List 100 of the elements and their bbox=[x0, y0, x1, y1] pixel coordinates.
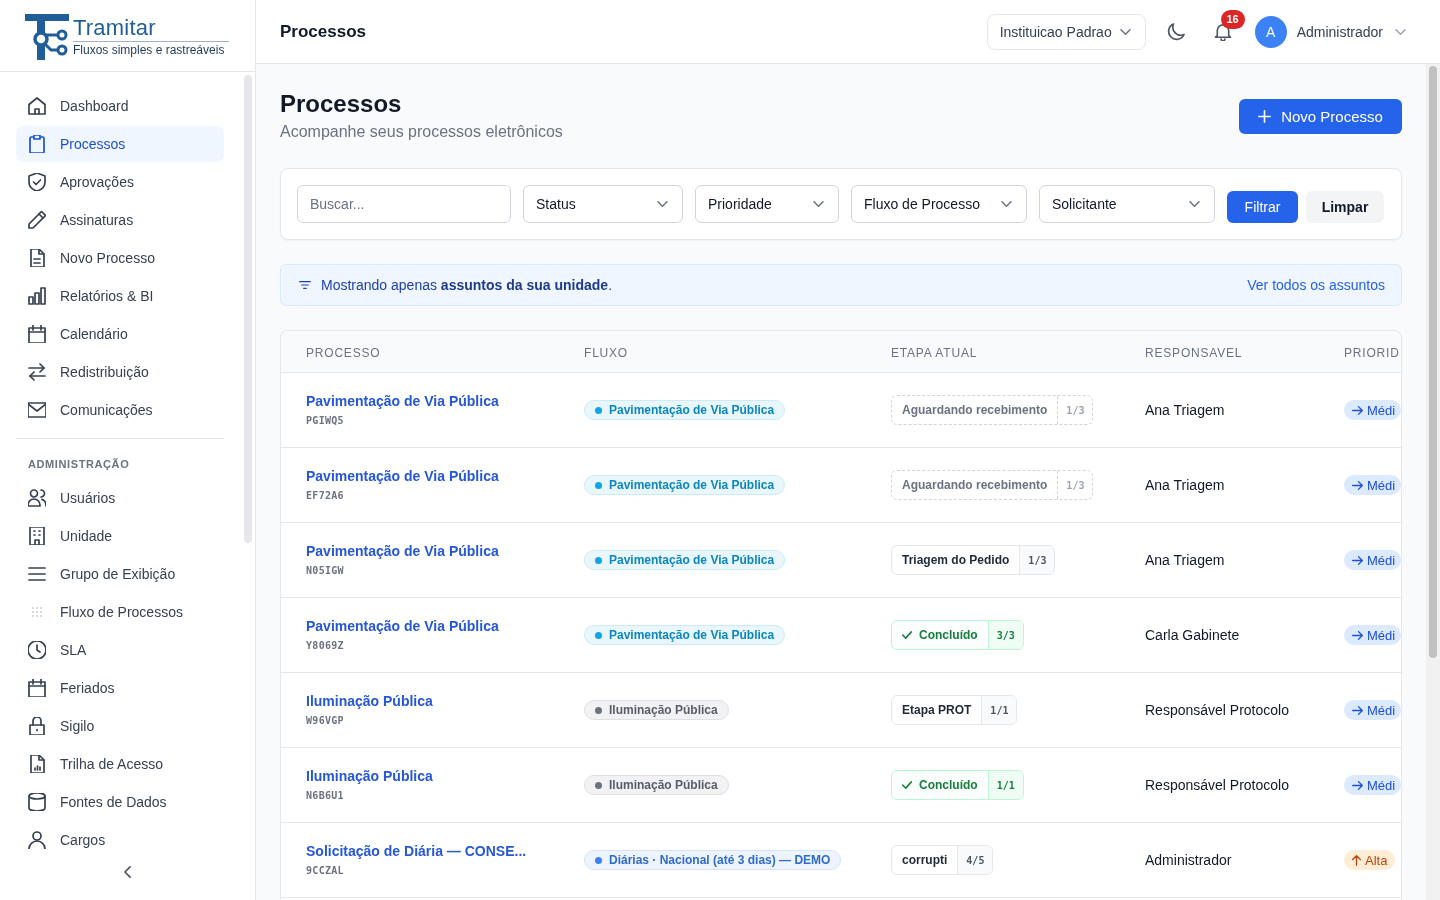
step-count: 1/1 bbox=[987, 771, 1023, 799]
assignee-name: Ana Triagem bbox=[1145, 477, 1225, 493]
filter-icon bbox=[299, 281, 311, 289]
theme-toggle-button[interactable] bbox=[1166, 22, 1185, 41]
sidebar-item[interactable]: SLA bbox=[16, 632, 224, 668]
sidebar-item[interactable]: Usuários bbox=[16, 480, 224, 516]
process-code: 9CCZAL bbox=[306, 864, 344, 878]
column-header: PROCESSO bbox=[306, 345, 381, 360]
new-process-button[interactable]: Novo Processo bbox=[1239, 99, 1402, 134]
flow-label: Pavimentação de Via Pública bbox=[609, 478, 775, 493]
logo-tagline: Fluxos simples e rastreáveis bbox=[73, 43, 226, 58]
page-title: Processos bbox=[280, 21, 366, 42]
process-link[interactable]: Solicitação de Diária — CONSE... bbox=[306, 842, 527, 860]
assignee-name: Ana Triagem bbox=[1145, 552, 1225, 568]
priority-label: Médi bbox=[1367, 402, 1396, 418]
user-menu-button[interactable]: Administrador bbox=[1296, 23, 1406, 40]
filter-select[interactable]: Status bbox=[523, 185, 683, 223]
sidebar-item[interactable]: Sigilo bbox=[16, 708, 224, 744]
lines-icon bbox=[28, 565, 46, 583]
sidebar-item[interactable]: Relatórios & BI bbox=[16, 278, 224, 314]
flow-label: Pavimentação de Via Pública bbox=[609, 628, 775, 643]
filter-button[interactable]: Filtrar bbox=[1227, 191, 1298, 223]
priority-label: Médi bbox=[1367, 702, 1396, 718]
search-field[interactable]: Buscar... bbox=[297, 185, 511, 223]
filter-select[interactable]: Prioridade bbox=[695, 185, 839, 223]
sidebar-item[interactable]: Grupo de Exibição bbox=[16, 556, 224, 592]
calendar-icon bbox=[28, 325, 46, 343]
bar-chart-icon bbox=[28, 287, 46, 305]
step-name: Aguardando recebimento bbox=[902, 478, 1048, 492]
process-link[interactable]: Iluminação Pública bbox=[306, 767, 433, 785]
document-chart-icon bbox=[28, 755, 46, 773]
sidebar-item[interactable]: Aprovações bbox=[16, 164, 224, 200]
mail-icon bbox=[28, 401, 46, 419]
page-heading: Processos bbox=[280, 90, 403, 118]
view-all-link[interactable]: Ver todos os assuntos bbox=[1247, 277, 1385, 293]
sidebar-item[interactable]: Feriados bbox=[16, 670, 224, 706]
sidebar-item[interactable]: Trilha de Acesso bbox=[16, 746, 224, 782]
arrow-right-icon bbox=[1352, 780, 1363, 790]
step-count: 1/1 bbox=[981, 696, 1017, 724]
assignee-name: Responsável Protocolo bbox=[1145, 777, 1289, 793]
chevron-down-icon bbox=[1001, 201, 1012, 207]
flow-label: Iluminação Pública bbox=[609, 778, 718, 793]
sidebar-item[interactable]: Assinaturas bbox=[16, 202, 224, 238]
logo-icon bbox=[25, 14, 69, 60]
step-count: 3/3 bbox=[987, 621, 1023, 649]
chevron-down-icon bbox=[1119, 28, 1131, 35]
sidebar-item[interactable]: Cargos bbox=[16, 822, 224, 858]
institution-select[interactable]: Instituicao Padrao bbox=[986, 13, 1146, 50]
flow-label: Iluminação Pública bbox=[609, 703, 718, 718]
scrollbar-thumb[interactable] bbox=[1429, 66, 1437, 658]
step-name: Aguardando recebimento bbox=[902, 403, 1048, 417]
database-icon bbox=[28, 793, 46, 811]
priority-label: Alta bbox=[1365, 852, 1388, 868]
sidebar-item[interactable]: Calendário bbox=[16, 316, 224, 352]
priority-label: Médi bbox=[1367, 627, 1396, 643]
step-count: 4/5 bbox=[957, 846, 993, 874]
process-link[interactable]: Pavimentação de Via Pública bbox=[306, 392, 499, 410]
home-icon bbox=[28, 97, 46, 115]
bell-icon bbox=[1213, 22, 1232, 41]
moon-icon bbox=[1166, 22, 1185, 41]
step-count: 1/3 bbox=[1019, 546, 1055, 574]
scrollbar-thumb[interactable] bbox=[244, 75, 252, 543]
sidebar-item[interactable]: Processos bbox=[16, 126, 224, 162]
assignee-name: Administrador bbox=[1145, 852, 1232, 868]
sidebar-item[interactable]: Unidade bbox=[16, 518, 224, 554]
sidebar-item[interactable]: Fontes de Dados bbox=[16, 784, 224, 820]
filter-select[interactable]: Fluxo de Processo bbox=[851, 185, 1027, 223]
process-link[interactable]: Pavimentação de Via Pública bbox=[306, 617, 499, 635]
column-header: PRIORID bbox=[1344, 345, 1400, 360]
sidebar-item[interactable]: Comunicações bbox=[16, 392, 224, 428]
clock-icon bbox=[28, 641, 46, 659]
clear-button[interactable]: Limpar bbox=[1306, 191, 1384, 223]
document-icon bbox=[28, 249, 46, 267]
process-link[interactable]: Pavimentação de Via Pública bbox=[306, 467, 499, 485]
pencil-icon bbox=[28, 211, 46, 229]
chevron-left-icon bbox=[124, 866, 131, 878]
step-count: 1/3 bbox=[1057, 471, 1093, 499]
arrow-up-icon bbox=[1352, 854, 1361, 866]
chevron-down-icon bbox=[1189, 201, 1200, 207]
calendar-icon bbox=[28, 679, 46, 697]
building-icon bbox=[28, 527, 46, 545]
banner-text: Mostrando apenas assuntos da sua unidade. bbox=[321, 277, 612, 293]
sidebar-item[interactable]: Novo Processo bbox=[16, 240, 224, 276]
sidebar-item[interactable]: Dashboard bbox=[16, 88, 224, 124]
priority-label: Médi bbox=[1367, 477, 1396, 493]
column-header: ETAPA ATUAL bbox=[891, 345, 978, 360]
lock-icon bbox=[28, 717, 46, 735]
filter-select[interactable]: Solicitante bbox=[1039, 185, 1215, 223]
process-link[interactable]: Pavimentação de Via Pública bbox=[306, 542, 499, 560]
clipboard-icon bbox=[28, 135, 46, 153]
page-subtitle: Acompanhe seus processos eletrônicos bbox=[280, 122, 563, 142]
sidebar-item[interactable]: Fluxo de Processos bbox=[16, 594, 224, 630]
arrow-right-icon bbox=[1352, 705, 1363, 715]
swap-arrows-icon bbox=[28, 363, 46, 381]
process-link[interactable]: Iluminação Pública bbox=[306, 692, 433, 710]
step-name: Etapa PROT bbox=[902, 703, 972, 717]
process-code: Y8069Z bbox=[306, 639, 344, 653]
sidebar-item[interactable]: Redistribuição bbox=[16, 354, 224, 390]
arrow-right-icon bbox=[1352, 480, 1363, 490]
avatar[interactable]: A bbox=[1254, 15, 1287, 48]
